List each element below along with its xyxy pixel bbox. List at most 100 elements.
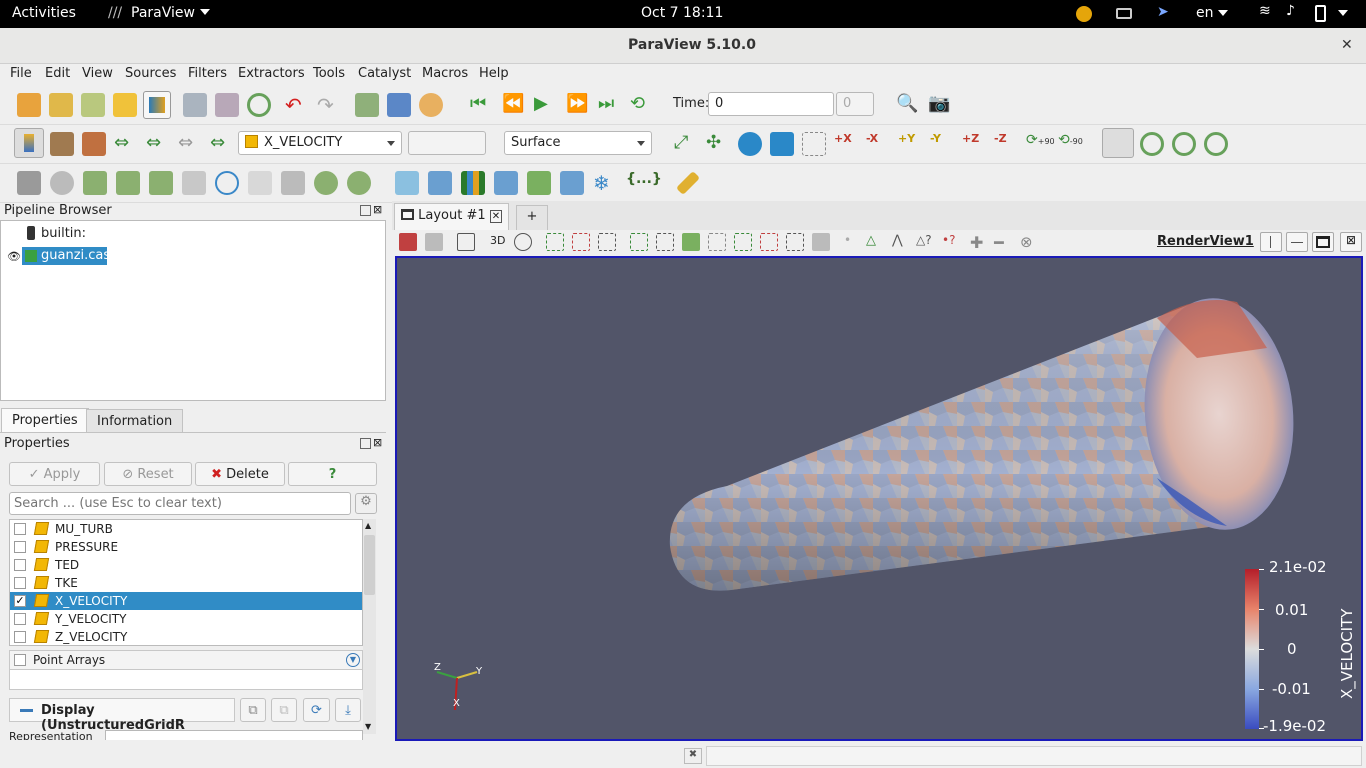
- view-plus-x-icon[interactable]: +X: [834, 132, 858, 156]
- save-state-icon[interactable]: [113, 93, 137, 117]
- view-minus-y-icon[interactable]: -Y: [930, 132, 954, 156]
- select-block-icon[interactable]: [656, 233, 674, 251]
- menu-file[interactable]: File: [10, 66, 32, 81]
- visibility-eye-icon[interactable]: 👁: [7, 250, 21, 263]
- properties-search-input[interactable]: [9, 492, 351, 515]
- extract-selection-icon[interactable]: [428, 171, 452, 195]
- use-separate-colormap-icon[interactable]: [82, 132, 106, 156]
- help-button[interactable]: ?: [288, 462, 377, 486]
- contour-icon[interactable]: [50, 171, 74, 195]
- color-array-select[interactable]: X_VELOCITY: [238, 131, 402, 155]
- zoom-to-data-icon[interactable]: ✣: [706, 132, 730, 156]
- point-arrays-header[interactable]: Point Arrays ▼: [9, 650, 363, 670]
- play-icon[interactable]: ▶: [534, 93, 558, 117]
- select-blocks-icon[interactable]: [786, 233, 804, 251]
- split-vertical-icon[interactable]: [1286, 232, 1308, 252]
- system-menu-chevron-icon[interactable]: [1338, 10, 1348, 16]
- save-defaults-icon[interactable]: ⤓: [335, 698, 361, 722]
- tab-information[interactable]: Information: [86, 409, 184, 433]
- list-item[interactable]: Z_VELOCITY: [10, 628, 362, 645]
- list-item[interactable]: TED: [10, 556, 362, 574]
- auto-apply-icon[interactable]: [247, 93, 271, 117]
- app-menu[interactable]: ParaView: [131, 5, 195, 21]
- list-item[interactable]: TKE: [10, 574, 362, 592]
- array-checkbox[interactable]: [14, 631, 26, 643]
- representation-combo[interactable]: [105, 730, 363, 740]
- close-panel-icon[interactable]: ⊠: [373, 436, 382, 449]
- plot-data-icon[interactable]: [494, 171, 518, 195]
- grow-selection-icon[interactable]: •: [844, 233, 862, 251]
- show-center-icon[interactable]: [1140, 132, 1164, 156]
- threshold-icon[interactable]: [149, 171, 173, 195]
- scroll-up-icon[interactable]: ▲: [365, 521, 371, 530]
- temporal-icon[interactable]: ❄: [593, 171, 617, 195]
- menu-macros[interactable]: Macros: [422, 66, 468, 81]
- menu-tools[interactable]: Tools: [313, 66, 345, 81]
- hover-points-icon[interactable]: [734, 233, 752, 251]
- interactive-query-icon[interactable]: •?: [942, 233, 960, 251]
- zoom-magnifier-icon[interactable]: [514, 233, 532, 251]
- send-icon[interactable]: ➤: [1157, 4, 1169, 20]
- advanced-gear-icon[interactable]: ⚙: [355, 493, 377, 514]
- clear-selection-icon[interactable]: ⋀: [892, 233, 910, 251]
- interactive-select-icon[interactable]: [682, 233, 700, 251]
- float-panel-icon[interactable]: [360, 205, 371, 216]
- first-frame-icon[interactable]: ⏮: [470, 93, 494, 117]
- scrollbar-thumb[interactable]: [364, 535, 375, 595]
- paste-properties-icon[interactable]: ⧉: [271, 698, 297, 722]
- next-frame-icon[interactable]: ⏩: [566, 93, 590, 117]
- rotate-minus-90-icon[interactable]: ⟲-90: [1058, 132, 1083, 156]
- delete-button[interactable]: ✖ Delete: [195, 462, 285, 486]
- connect-icon[interactable]: [143, 91, 171, 119]
- clear-selection-x-icon[interactable]: ⊗: [1020, 233, 1038, 251]
- close-window-button[interactable]: ✕: [1341, 37, 1353, 53]
- reset-center-icon[interactable]: [1172, 132, 1196, 156]
- undo-icon[interactable]: ↶: [285, 93, 309, 117]
- toggle-3d-button[interactable]: 3D: [490, 234, 505, 247]
- array-checkbox[interactable]: [14, 541, 26, 553]
- cell-arrays-list[interactable]: MU_TURB PRESSURE TED TKE ✓ X_VELOCITY Y_V…: [9, 519, 363, 646]
- extract-level-icon[interactable]: [347, 171, 371, 195]
- find-data-icon[interactable]: 🔍: [896, 93, 920, 117]
- reset-session-icon[interactable]: [355, 93, 379, 117]
- add-layout-button[interactable]: +: [516, 205, 548, 230]
- color-palette-icon[interactable]: [419, 93, 443, 117]
- extract-selection-icon[interactable]: [812, 233, 830, 251]
- clock[interactable]: Oct 7 18:11: [641, 5, 723, 21]
- view-plus-y-icon[interactable]: +Y: [898, 132, 922, 156]
- select-polygon-icon[interactable]: [630, 233, 648, 251]
- pick-center-icon[interactable]: [1204, 132, 1228, 156]
- array-checkbox[interactable]: [14, 577, 26, 589]
- view-name-label[interactable]: RenderView1: [1157, 234, 1254, 249]
- tab-properties[interactable]: Properties: [1, 408, 89, 432]
- select-frustum-icon[interactable]: [598, 233, 616, 251]
- rescale-visible-range-icon[interactable]: ⇔: [210, 132, 234, 156]
- slice-icon[interactable]: [116, 171, 140, 195]
- menu-extractors[interactable]: Extractors: [238, 66, 305, 81]
- plot-over-time-icon[interactable]: [560, 171, 584, 195]
- rescale-temporal-range-icon[interactable]: ⇔: [178, 132, 202, 156]
- clip-icon[interactable]: [83, 171, 107, 195]
- extract-subset-icon[interactable]: [182, 171, 206, 195]
- camera-icon[interactable]: [457, 233, 475, 251]
- stream-tracer-icon[interactable]: [248, 171, 272, 195]
- language-selector[interactable]: en: [1196, 5, 1214, 21]
- load-state-icon[interactable]: [81, 93, 105, 117]
- reset-camera-icon[interactable]: ⤢: [674, 132, 698, 156]
- time-index-spinbox[interactable]: 0: [836, 92, 874, 116]
- point-arrays-list[interactable]: [9, 670, 363, 690]
- menu-help[interactable]: Help: [479, 66, 509, 81]
- point-arrays-checkbox[interactable]: [14, 654, 26, 666]
- list-item[interactable]: Y_VELOCITY: [10, 610, 362, 628]
- view-minus-x-icon[interactable]: -X: [866, 132, 890, 156]
- array-checkbox[interactable]: [14, 559, 26, 571]
- status-app-icon[interactable]: [1076, 6, 1092, 22]
- save-screenshot-icon[interactable]: [425, 233, 443, 251]
- reset-button[interactable]: ⊘ Reset: [104, 462, 192, 486]
- wifi-icon[interactable]: ≋: [1259, 3, 1271, 19]
- recent-files-icon[interactable]: [49, 93, 73, 117]
- toggle-color-legend-icon[interactable]: [14, 128, 44, 158]
- pipeline-tree[interactable]: builtin: 👁 guanzi.cas: [0, 220, 386, 401]
- maximize-view-icon[interactable]: [1312, 232, 1334, 252]
- display-section-header[interactable]: Display (UnstructuredGridR: [9, 698, 235, 733]
